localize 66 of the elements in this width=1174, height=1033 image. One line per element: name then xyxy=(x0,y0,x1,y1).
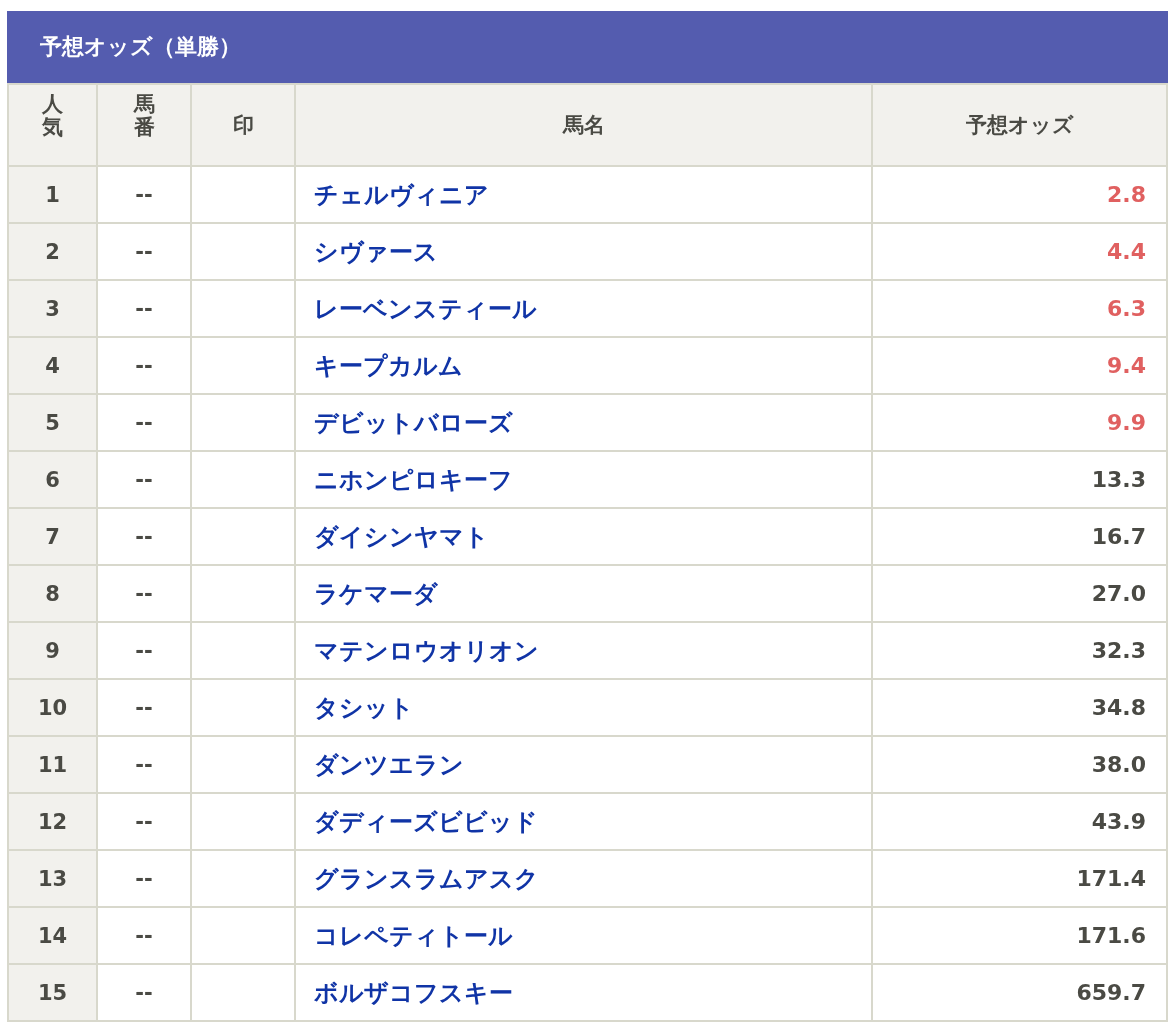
horse-name-link[interactable]: グランスラムアスク xyxy=(314,864,539,893)
number-cell: -- xyxy=(97,280,191,337)
column-header: 予想オッズ xyxy=(872,84,1167,166)
horse-name-link[interactable]: ラケマーダ xyxy=(314,579,438,608)
odds-cell: 34.8 xyxy=(872,679,1167,736)
horse-name-link[interactable]: デビットバローズ xyxy=(314,408,513,437)
odds-cell: 6.3 xyxy=(872,280,1167,337)
odds-cell: 9.9 xyxy=(872,394,1167,451)
column-header: 馬名 xyxy=(295,84,872,166)
rank-cell: 6 xyxy=(8,451,97,508)
number-cell: -- xyxy=(97,679,191,736)
horse-name-link[interactable]: チェルヴィニア xyxy=(314,180,489,209)
number-cell: -- xyxy=(97,736,191,793)
number-cell: -- xyxy=(97,223,191,280)
odds-cell: 2.8 xyxy=(872,166,1167,223)
column-header: 馬番 xyxy=(97,84,191,166)
number-cell: -- xyxy=(97,565,191,622)
horse-name-link[interactable]: マテンロウオリオン xyxy=(314,636,539,665)
rank-cell: 13 xyxy=(8,850,97,907)
rank-cell: 3 xyxy=(8,280,97,337)
rank-cell: 1 xyxy=(8,166,97,223)
horse-name-link[interactable]: コレペティトール xyxy=(314,921,513,950)
rank-cell: 2 xyxy=(8,223,97,280)
rank-cell: 14 xyxy=(8,907,97,964)
number-cell: -- xyxy=(97,451,191,508)
odds-cell: 43.9 xyxy=(872,793,1167,850)
horse-name-link[interactable]: タシット xyxy=(314,693,414,722)
horse-name-link[interactable]: キープカルム xyxy=(314,351,463,380)
number-cell: -- xyxy=(97,166,191,223)
section-title: 予想オッズ（単勝） xyxy=(7,11,1168,83)
horse-name-link[interactable]: ダディーズビビッド xyxy=(314,807,538,836)
rank-cell: 12 xyxy=(8,793,97,850)
rank-cell: 10 xyxy=(8,679,97,736)
rank-cell: 11 xyxy=(8,736,97,793)
number-cell: -- xyxy=(97,622,191,679)
rank-cell: 15 xyxy=(8,964,97,1021)
odds-cell: 659.7 xyxy=(872,964,1167,1021)
horse-name-link[interactable]: ニホンピロキーフ xyxy=(314,465,513,494)
number-cell: -- xyxy=(97,508,191,565)
column-header: 印 xyxy=(191,84,295,166)
odds-cell: 13.3 xyxy=(872,451,1167,508)
odds-cell: 171.4 xyxy=(872,850,1167,907)
odds-cell: 171.6 xyxy=(872,907,1167,964)
horse-name-link[interactable]: レーベンスティール xyxy=(314,294,537,323)
horse-name-link[interactable]: ボルザコフスキー xyxy=(314,978,513,1007)
number-cell: -- xyxy=(97,793,191,850)
odds-cell: 32.3 xyxy=(872,622,1167,679)
horse-name-link[interactable]: ダイシンヤマト xyxy=(314,522,489,551)
number-cell: -- xyxy=(97,394,191,451)
number-cell: -- xyxy=(97,337,191,394)
number-cell: -- xyxy=(97,964,191,1021)
odds-cell: 16.7 xyxy=(872,508,1167,565)
number-cell: -- xyxy=(97,850,191,907)
odds-cell: 38.0 xyxy=(872,736,1167,793)
column-header: 人気 xyxy=(8,84,97,166)
odds-cell: 4.4 xyxy=(872,223,1167,280)
horse-name-link[interactable]: ダンツエラン xyxy=(314,750,464,779)
rank-cell: 4 xyxy=(8,337,97,394)
rank-cell: 7 xyxy=(8,508,97,565)
odds-cell: 27.0 xyxy=(872,565,1167,622)
horse-name-link[interactable]: シヴァース xyxy=(314,237,438,266)
rank-cell: 5 xyxy=(8,394,97,451)
number-cell: -- xyxy=(97,907,191,964)
rank-cell: 9 xyxy=(8,622,97,679)
odds-cell: 9.4 xyxy=(872,337,1167,394)
rank-cell: 8 xyxy=(8,565,97,622)
